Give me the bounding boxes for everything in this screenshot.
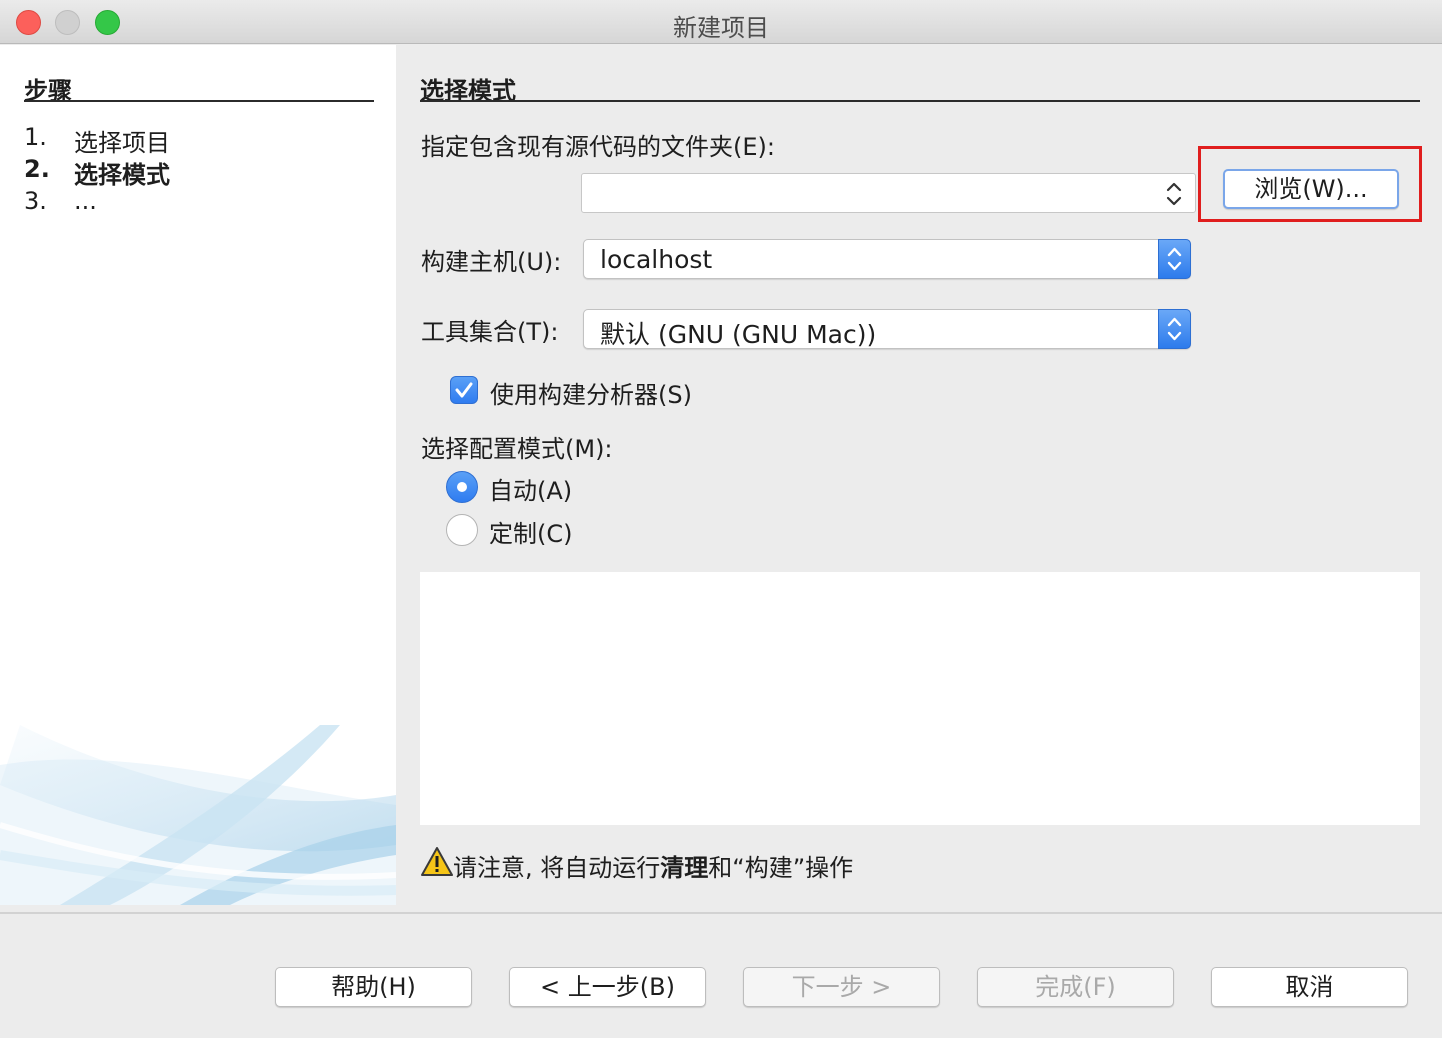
checkmark-icon: [455, 382, 473, 398]
cancel-button[interactable]: 取消: [1211, 967, 1408, 1007]
steps-divider: [24, 100, 374, 102]
select-arrows-icon: [1167, 317, 1182, 341]
toolset-value: 默认 (GNU (GNU Mac)): [600, 320, 877, 349]
finish-button[interactable]: 完成(F): [977, 967, 1174, 1007]
info-area: [420, 572, 1420, 825]
config-mode-label: 选择配置模式(M):: [421, 435, 613, 463]
folder-label: 指定包含现有源代码的文件夹(E):: [421, 133, 775, 161]
next-button[interactable]: 下一步 >: [743, 967, 940, 1007]
warning-icon: [421, 847, 453, 876]
build-analyzer-label[interactable]: 使用构建分析器(S): [490, 375, 692, 410]
build-host-label: 构建主机(U):: [421, 248, 562, 276]
footer-divider: [0, 912, 1442, 914]
content-divider: [420, 100, 1420, 102]
auto-mode-radio[interactable]: [446, 471, 478, 503]
build-analyzer-checkbox[interactable]: [450, 376, 478, 404]
browse-button[interactable]: 浏览(W)...: [1223, 169, 1399, 209]
back-button[interactable]: < 上一步(B): [509, 967, 706, 1007]
step-item-3: 3. ...: [24, 187, 97, 215]
custom-mode-radio[interactable]: [446, 514, 478, 546]
warning-message: 请注意, 将自动运行清理和“构建”操作: [453, 854, 854, 882]
custom-mode-label[interactable]: 定制(C): [489, 514, 572, 549]
build-host-value: localhost: [600, 245, 713, 274]
decorative-swoosh-art: [0, 725, 396, 905]
auto-mode-label[interactable]: 自动(A): [489, 471, 572, 506]
help-button[interactable]: 帮助(H): [275, 967, 472, 1007]
source-folder-combo[interactable]: [581, 173, 1196, 213]
steps-panel: 步骤 1. 选择项目 2. 选择模式 3. ...: [0, 45, 396, 905]
build-host-select[interactable]: localhost: [583, 239, 1191, 279]
title-bar: 新建项目: [0, 0, 1442, 44]
up-down-chevron-icon[interactable]: [1161, 179, 1187, 209]
step-item-2: 2. 选择模式: [24, 155, 170, 189]
step-item-1: 1. 选择项目: [24, 123, 170, 157]
toolset-label: 工具集合(T):: [421, 318, 559, 346]
select-arrows-icon: [1167, 247, 1182, 271]
window-title: 新建项目: [673, 14, 769, 42]
toolset-select[interactable]: 默认 (GNU (GNU Mac)): [583, 309, 1191, 349]
